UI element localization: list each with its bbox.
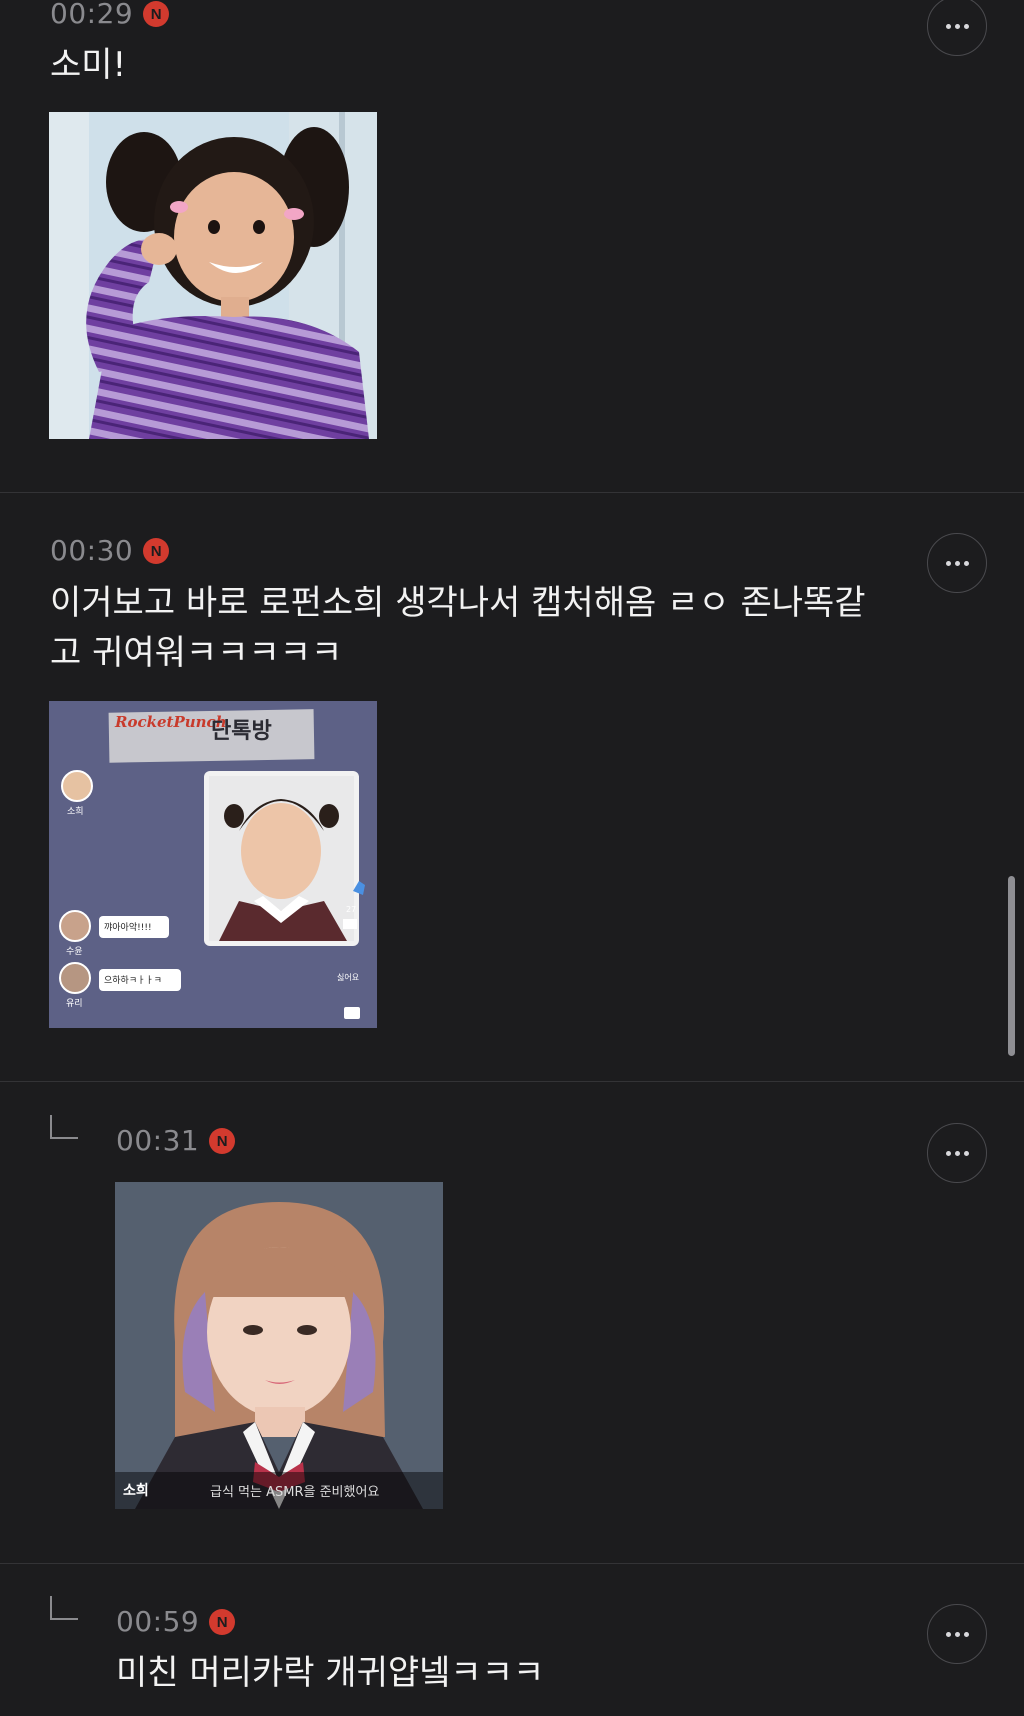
more-horizontal-icon bbox=[945, 1150, 969, 1156]
toddler-photo bbox=[49, 112, 377, 439]
reply-arrow-icon bbox=[50, 1596, 78, 1620]
new-badge: N bbox=[209, 1128, 236, 1154]
reply-arrow-icon bbox=[50, 1115, 78, 1139]
comment-time: 00:31 bbox=[116, 1124, 200, 1157]
new-badge: N bbox=[209, 1609, 236, 1635]
chat-screenshot bbox=[49, 701, 377, 1028]
comment-meta: 00:30 N bbox=[50, 533, 170, 569]
more-horizontal-icon bbox=[945, 1631, 969, 1637]
comment-divider bbox=[0, 492, 1024, 493]
chat-user-name: 소희 bbox=[67, 807, 84, 817]
video-name-caption: 소희 bbox=[123, 1483, 149, 1499]
comment-meta: 00:31 N bbox=[116, 1123, 236, 1159]
comment-image[interactable]: RocketPunch 단톡방 소희 수윤 꺄아아악!!!! 유리 으하하ㅋㅏㅏ… bbox=[49, 701, 377, 1028]
chat-user-name: 수윤 bbox=[66, 947, 83, 957]
comment-image[interactable]: 소희 급식 먹는 ASMR을 준비했어요 bbox=[115, 1182, 443, 1509]
comment-time: 00:59 bbox=[116, 1605, 200, 1638]
comment-text: 미친 머리카락 개귀얍넼ㅋㅋㅋ bbox=[116, 1653, 545, 1693]
more-horizontal-icon bbox=[945, 560, 969, 566]
more-options-button[interactable] bbox=[927, 0, 987, 56]
comment-text-line: 이거보고 바로 로펀소희 생각나서 캡처해옴 ㄹㅇ 존나똑같 bbox=[50, 583, 866, 623]
scrollbar-thumb[interactable] bbox=[1008, 876, 1015, 1056]
chat-message: 꺄아아악!!!! bbox=[104, 923, 152, 933]
new-badge: N bbox=[143, 538, 170, 564]
chat-user-name: 유리 bbox=[66, 999, 83, 1009]
new-badge: N bbox=[143, 1, 170, 27]
girl-portrait-photo bbox=[115, 1182, 443, 1509]
dislike-label: 싫어요 bbox=[337, 973, 360, 982]
more-options-button[interactable] bbox=[927, 533, 987, 593]
video-subtitle: 급식 먹는 ASMR을 준비했어요 bbox=[210, 1485, 380, 1500]
comment-divider bbox=[0, 1563, 1024, 1564]
like-count: 27 bbox=[346, 905, 357, 914]
comment-meta: 00:29 N bbox=[50, 0, 170, 32]
rocketpunch-logo: RocketPunch bbox=[115, 713, 227, 731]
comment-text: 소미! bbox=[50, 45, 127, 85]
more-horizontal-icon bbox=[945, 23, 969, 29]
comment-text-line: 고 귀여워ㅋㅋㅋㅋㅋ bbox=[50, 633, 343, 673]
more-options-button[interactable] bbox=[927, 1123, 987, 1183]
comment-divider bbox=[0, 1081, 1024, 1082]
comment-meta: 00:59 N bbox=[116, 1604, 236, 1640]
comment-time: 00:29 bbox=[50, 0, 134, 30]
chat-message: 으하하ㅋㅏㅏㅋ bbox=[104, 976, 162, 986]
comment-time: 00:30 bbox=[50, 534, 134, 567]
more-options-button[interactable] bbox=[927, 1604, 987, 1664]
comment-image[interactable] bbox=[49, 112, 377, 439]
chat-room-title: 단톡방 bbox=[211, 719, 272, 744]
